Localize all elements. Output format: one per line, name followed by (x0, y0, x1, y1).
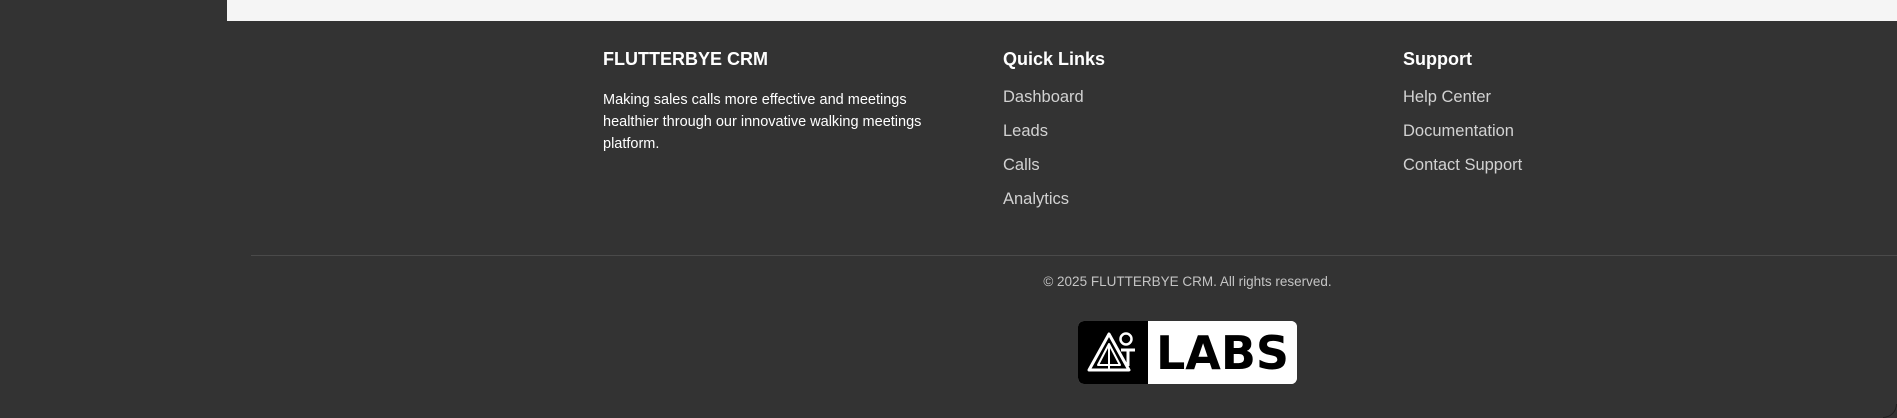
list-item: Help Center (1403, 86, 1703, 120)
list-item: Calls (1003, 154, 1303, 188)
footer-link-help-center[interactable]: Help Center (1403, 86, 1491, 108)
footer-link-contact-support[interactable]: Contact Support (1403, 154, 1522, 176)
list-item: Contact Support (1403, 154, 1703, 188)
footer-link-dashboard[interactable]: Dashboard (1003, 86, 1084, 108)
labs-logo-wordmark: LABS (1148, 321, 1297, 384)
support-title: Support (1403, 49, 1472, 69)
footer-brand-title: FLUTTERBYE CRM (603, 49, 768, 69)
quick-links-list: Dashboard Leads Calls Analytics (1003, 86, 1303, 222)
main-content-bottom-edge (227, 0, 1897, 21)
footer-support-column: Support Help Center Documentation Contac… (1403, 48, 1703, 188)
window-corner (1883, 404, 1897, 418)
footer-link-leads[interactable]: Leads (1003, 120, 1048, 142)
list-item: Analytics (1003, 188, 1303, 222)
list-item: Leads (1003, 120, 1303, 154)
footer-quick-links-column: Quick Links Dashboard Leads Calls Analyt… (1003, 48, 1303, 222)
list-item: Dashboard (1003, 86, 1303, 120)
support-links-list: Help Center Documentation Contact Suppor… (1403, 86, 1703, 188)
footer-columns: FLUTTERBYE CRM Making sales calls more e… (603, 48, 1897, 228)
page: FLUTTERBYE CRM Making sales calls more e… (0, 0, 1897, 418)
footer-link-documentation[interactable]: Documentation (1403, 120, 1514, 142)
footer-link-calls[interactable]: Calls (1003, 154, 1040, 176)
footer-brand-description: Making sales calls more effective and me… (603, 92, 922, 152)
footer-link-analytics[interactable]: Analytics (1003, 188, 1069, 210)
quick-links-title: Quick Links (1003, 49, 1106, 69)
footer-brand-column: FLUTTERBYE CRM Making sales calls more e… (603, 48, 943, 155)
footer-copyright: © 2025 FLUTTERBYE CRM. All rights reserv… (1043, 274, 1332, 289)
labs-triangle-icon (1078, 321, 1148, 384)
labs-logo-link[interactable]: LABS (1078, 321, 1297, 384)
footer-divider (251, 255, 1897, 256)
list-item: Documentation (1403, 120, 1703, 154)
